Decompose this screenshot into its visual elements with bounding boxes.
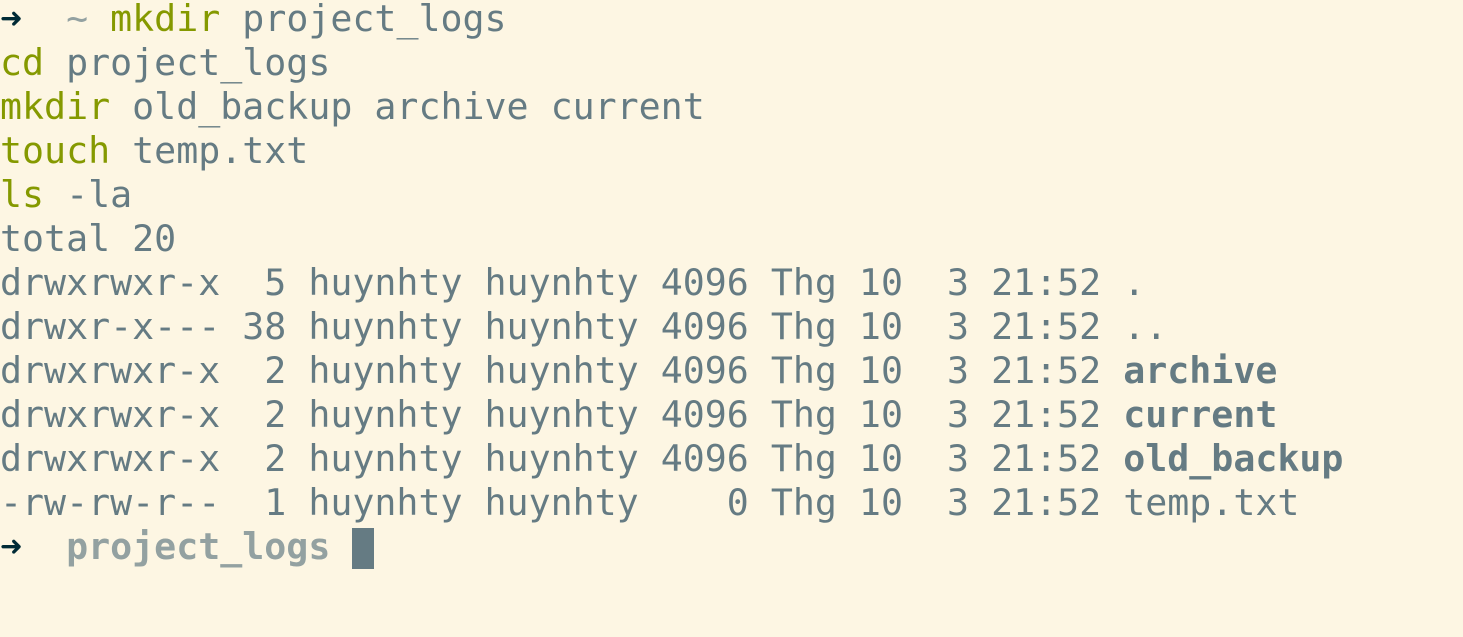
ls-perms: drwxrwxr-x	[0, 437, 221, 480]
terminal-line: ➜ ~ mkdir project_logs	[0, 0, 1463, 41]
ls-size: 0	[660, 481, 749, 524]
ls-row: drwxrwxr-x 2 huynhty huynhty 4096 Thg 10…	[0, 393, 1463, 437]
terminal-window[interactable]: ➜ ~ mkdir project_logs cd project_logs m…	[0, 0, 1463, 637]
ls-group: huynhty	[484, 393, 639, 436]
ls-perms: drwxrwxr-x	[0, 393, 221, 436]
ls-owner: huynhty	[308, 393, 463, 436]
ls-name-directory: archive	[1123, 349, 1278, 392]
ls-name: .	[1123, 261, 1146, 304]
ls-name: ..	[1123, 305, 1168, 348]
command-name: ls	[0, 173, 45, 216]
ls-row: drwxrwxr-x 2 huynhty huynhty 4096 Thg 10…	[0, 437, 1463, 481]
ls-perms: -rw-rw-r--	[0, 481, 221, 524]
command-name: mkdir	[110, 0, 221, 40]
ls-date: Thg 10 3 21:52	[770, 349, 1102, 392]
terminal-line: ls -la	[0, 173, 1463, 217]
terminal-line: mkdir old_backup archive current	[0, 85, 1463, 129]
ls-row: drwxrwxr-x 5 huynhty huynhty 4096 Thg 10…	[0, 261, 1463, 305]
command-name: touch	[0, 129, 111, 172]
ls-perms: drwxr-x---	[0, 305, 221, 348]
ls-name-directory: old_backup	[1123, 437, 1344, 480]
prompt-arrow-icon: ➜	[0, 525, 23, 568]
prompt-home-dir: ~	[66, 0, 89, 40]
terminal-prompt-line[interactable]: ➜ project_logs	[0, 525, 1463, 569]
ls-owner: huynhty	[308, 305, 463, 348]
ls-links: 5	[242, 261, 287, 304]
ls-links: 2	[242, 393, 287, 436]
ls-total: total 20	[0, 217, 1463, 261]
ls-owner: huynhty	[308, 261, 463, 304]
ls-links: 2	[242, 437, 287, 480]
command-args: temp.txt	[132, 129, 309, 172]
ls-size: 4096	[660, 305, 749, 348]
ls-name-directory: current	[1123, 393, 1278, 436]
ls-links: 1	[242, 481, 287, 524]
terminal-line: cd project_logs	[0, 41, 1463, 85]
terminal-cursor[interactable]	[352, 527, 375, 569]
ls-size: 4096	[660, 261, 749, 304]
ls-links: 38	[242, 305, 287, 348]
ls-row: -rw-rw-r-- 1 huynhty huynhty 0 Thg 10 3 …	[0, 481, 1463, 525]
prompt-current-dir: project_logs	[66, 525, 331, 568]
ls-size: 4096	[660, 437, 749, 480]
ls-perms: drwxrwxr-x	[0, 261, 221, 304]
terminal-line: touch temp.txt	[0, 129, 1463, 173]
ls-perms: drwxrwxr-x	[0, 349, 221, 392]
ls-date: Thg 10 3 21:52	[770, 393, 1102, 436]
ls-date: Thg 10 3 21:52	[770, 261, 1102, 304]
ls-row: drwxr-x--- 38 huynhty huynhty 4096 Thg 1…	[0, 305, 1463, 349]
command-args: -la	[66, 173, 133, 216]
ls-date: Thg 10 3 21:52	[770, 481, 1102, 524]
command-name: cd	[0, 41, 45, 84]
ls-total-text: total 20	[0, 217, 177, 260]
ls-group: huynhty	[484, 261, 639, 304]
ls-group: huynhty	[484, 349, 639, 392]
ls-links: 2	[242, 349, 287, 392]
command-name: mkdir	[0, 85, 111, 128]
ls-group: huynhty	[484, 305, 639, 348]
ls-name: temp.txt	[1123, 481, 1300, 524]
ls-group: huynhty	[484, 437, 639, 480]
ls-owner: huynhty	[308, 437, 463, 480]
ls-group: huynhty	[484, 481, 639, 524]
ls-date: Thg 10 3 21:52	[770, 437, 1102, 480]
ls-row: drwxrwxr-x 2 huynhty huynhty 4096 Thg 10…	[0, 349, 1463, 393]
command-args: project_logs	[242, 0, 507, 40]
command-args: old_backup archive current	[132, 85, 705, 128]
ls-size: 4096	[660, 349, 749, 392]
prompt-arrow-icon: ➜	[0, 0, 23, 40]
ls-date: Thg 10 3 21:52	[770, 305, 1102, 348]
ls-owner: huynhty	[308, 349, 463, 392]
ls-size: 4096	[660, 393, 749, 436]
ls-owner: huynhty	[308, 481, 463, 524]
command-args: project_logs	[66, 41, 331, 84]
